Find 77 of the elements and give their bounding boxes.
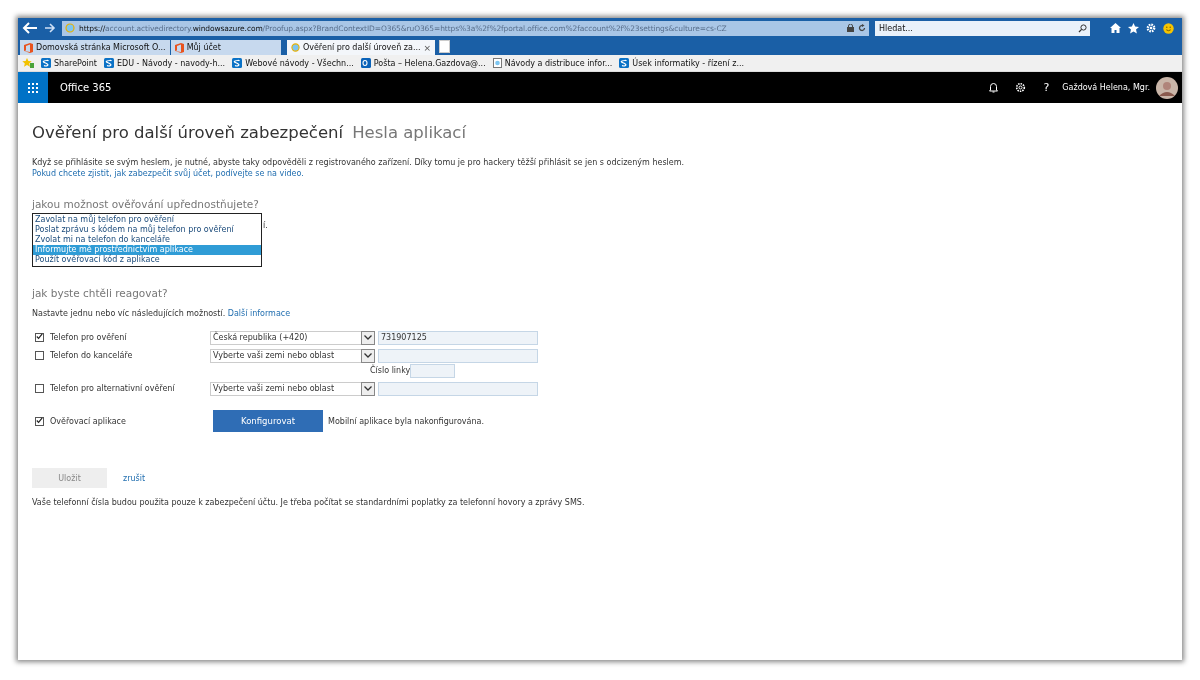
settings-icon[interactable] (1015, 82, 1027, 93)
lock-icon (847, 24, 854, 32)
app-passwords-link[interactable]: Hesla aplikací (352, 123, 467, 142)
app-launcher-button[interactable] (18, 72, 48, 103)
favorite-link[interactable]: Webové návody - Všechn... (232, 58, 354, 68)
home-icon[interactable] (1110, 23, 1121, 33)
star-icon[interactable] (1128, 22, 1139, 34)
favorite-link[interactable]: Návody a distribuce infor... (492, 58, 613, 68)
bell-icon[interactable] (989, 82, 999, 93)
checkbox[interactable] (35, 416, 44, 426)
option-item[interactable]: Poslat zprávu s kódem na můj telefon pro ověření (33, 225, 261, 235)
avatar[interactable] (1156, 76, 1178, 99)
method-label: Telefon pro ověření (50, 333, 128, 342)
grid-icon (28, 82, 38, 93)
country-select[interactable]: Vyberte vaši zemi nebo oblast (210, 348, 375, 363)
phone-number-field[interactable] (378, 348, 538, 363)
extension-field[interactable] (410, 363, 456, 378)
back-icon[interactable] (22, 22, 38, 34)
sharepoint-icon (41, 58, 51, 68)
footer-note: Vaše telefonní čísla budou použita pouze k zabezpečení účtu. Je třeba počítat se standardními poplatky za telefonní hovory a zprávy SMS. (32, 498, 586, 507)
smiley-icon[interactable] (1163, 22, 1174, 34)
user-name[interactable]: Gaždová Helena, Mgr. (1062, 83, 1150, 92)
sharepoint-icon (232, 58, 243, 68)
browser-tab[interactable]: Ověření pro další úroveň za... × (286, 40, 436, 55)
checkbox[interactable] (35, 384, 44, 393)
country-select[interactable]: Vyberte vaši zemi nebo oblast (210, 381, 375, 396)
status-text: Mobilní aplikace byla nakonfigurována. (328, 416, 484, 426)
favorite-link[interactable]: Úsek informatiky - řízení z... (619, 58, 744, 68)
gear-icon[interactable] (1146, 23, 1156, 33)
caret-icon (361, 330, 375, 345)
option-text: í. (263, 221, 268, 230)
method-label: Telefon pro alternativní ověření (50, 384, 176, 393)
office-icon (24, 42, 33, 53)
option-item[interactable]: Použít ověřovací kód z aplikace (33, 255, 261, 265)
extension-label: Číslo linky (370, 366, 411, 375)
refresh-icon[interactable] (858, 24, 866, 32)
method-label: Ověřovací aplikace (50, 416, 127, 426)
favorite-link[interactable]: SharePoint (41, 58, 97, 68)
browser-tab[interactable]: Můj účet (170, 40, 281, 55)
new-tab-button[interactable] (439, 40, 451, 53)
option-item[interactable]: Zvolat mi na telefon do kanceláře (33, 235, 261, 245)
checkbox[interactable] (35, 351, 44, 360)
favorite-link[interactable]: Pošta – Helena.Gazdova@... (360, 58, 486, 68)
configure-button[interactable]: Konfigurovat (213, 410, 323, 432)
favorites-star-icon[interactable] (22, 58, 34, 68)
intro-text: Když se přihlásite se svým heslem, je nutné, abyste taky odpověděli z registrovaného zařízení. Díky tomu je pro hackery těžší přihlásit se jen s odcizeným heslem. Pokud chcete zjistit, jak zabezpečit svůj účet, podívejte se na video. (32, 157, 686, 179)
office-icon (174, 42, 184, 53)
globe-icon (290, 43, 300, 52)
close-icon[interactable]: × (423, 42, 432, 53)
options-list[interactable]: Zavolat na můj telefon pro ověření Poslat zprávu s kódem na můj telefon pro ověření Zvolat mi na telefon do kanceláře Informujte mě prostřednictvím aplikace Použít ověřovací kód z aplikace (32, 213, 262, 267)
mail-app-icon (360, 58, 371, 68)
video-link[interactable]: Pokud chcete zjistit, jak zabezpečit svůj účet, podívejte se na video. (32, 169, 304, 178)
help-button[interactable]: ? (1043, 81, 1050, 94)
app-name[interactable]: Office 365 (60, 82, 112, 93)
phone-number-field[interactable]: 731907125 (378, 330, 538, 345)
option-item[interactable]: Zavolat na můj telefon pro ověření (33, 215, 261, 225)
caret-icon (361, 348, 375, 363)
page-title: Ověření pro další úroveň zabezpečení (32, 123, 344, 142)
hint-text: Nastavte jednu nebo víc následujících možností. Další informace (32, 309, 292, 318)
search-button[interactable] (1074, 20, 1090, 36)
sharepoint-icon (103, 58, 114, 68)
question-heading: jak byste chtěli reagovat? (32, 287, 169, 299)
page-icon (492, 58, 502, 68)
browser-tab[interactable]: Domovská stránka Microsoft O... (20, 40, 170, 55)
checkbox[interactable] (35, 333, 44, 342)
forward-icon[interactable] (44, 23, 56, 33)
country-select[interactable]: Česká republika (+420) (210, 330, 375, 345)
favorite-link[interactable]: EDU - Návody - navody-h... (103, 58, 226, 68)
phone-number-field[interactable] (378, 381, 538, 396)
cancel-link[interactable]: zrušit (123, 473, 146, 483)
search-field[interactable]: Hledat... (875, 20, 1074, 36)
question-heading: jakou možnost ověřování upřednostňujete? (32, 198, 260, 210)
sharepoint-icon (619, 58, 630, 68)
caret-icon (361, 381, 375, 396)
more-info-link[interactable]: Další informace (227, 309, 291, 318)
method-label: Telefon do kanceláře (50, 351, 134, 360)
globe-icon (65, 23, 75, 33)
